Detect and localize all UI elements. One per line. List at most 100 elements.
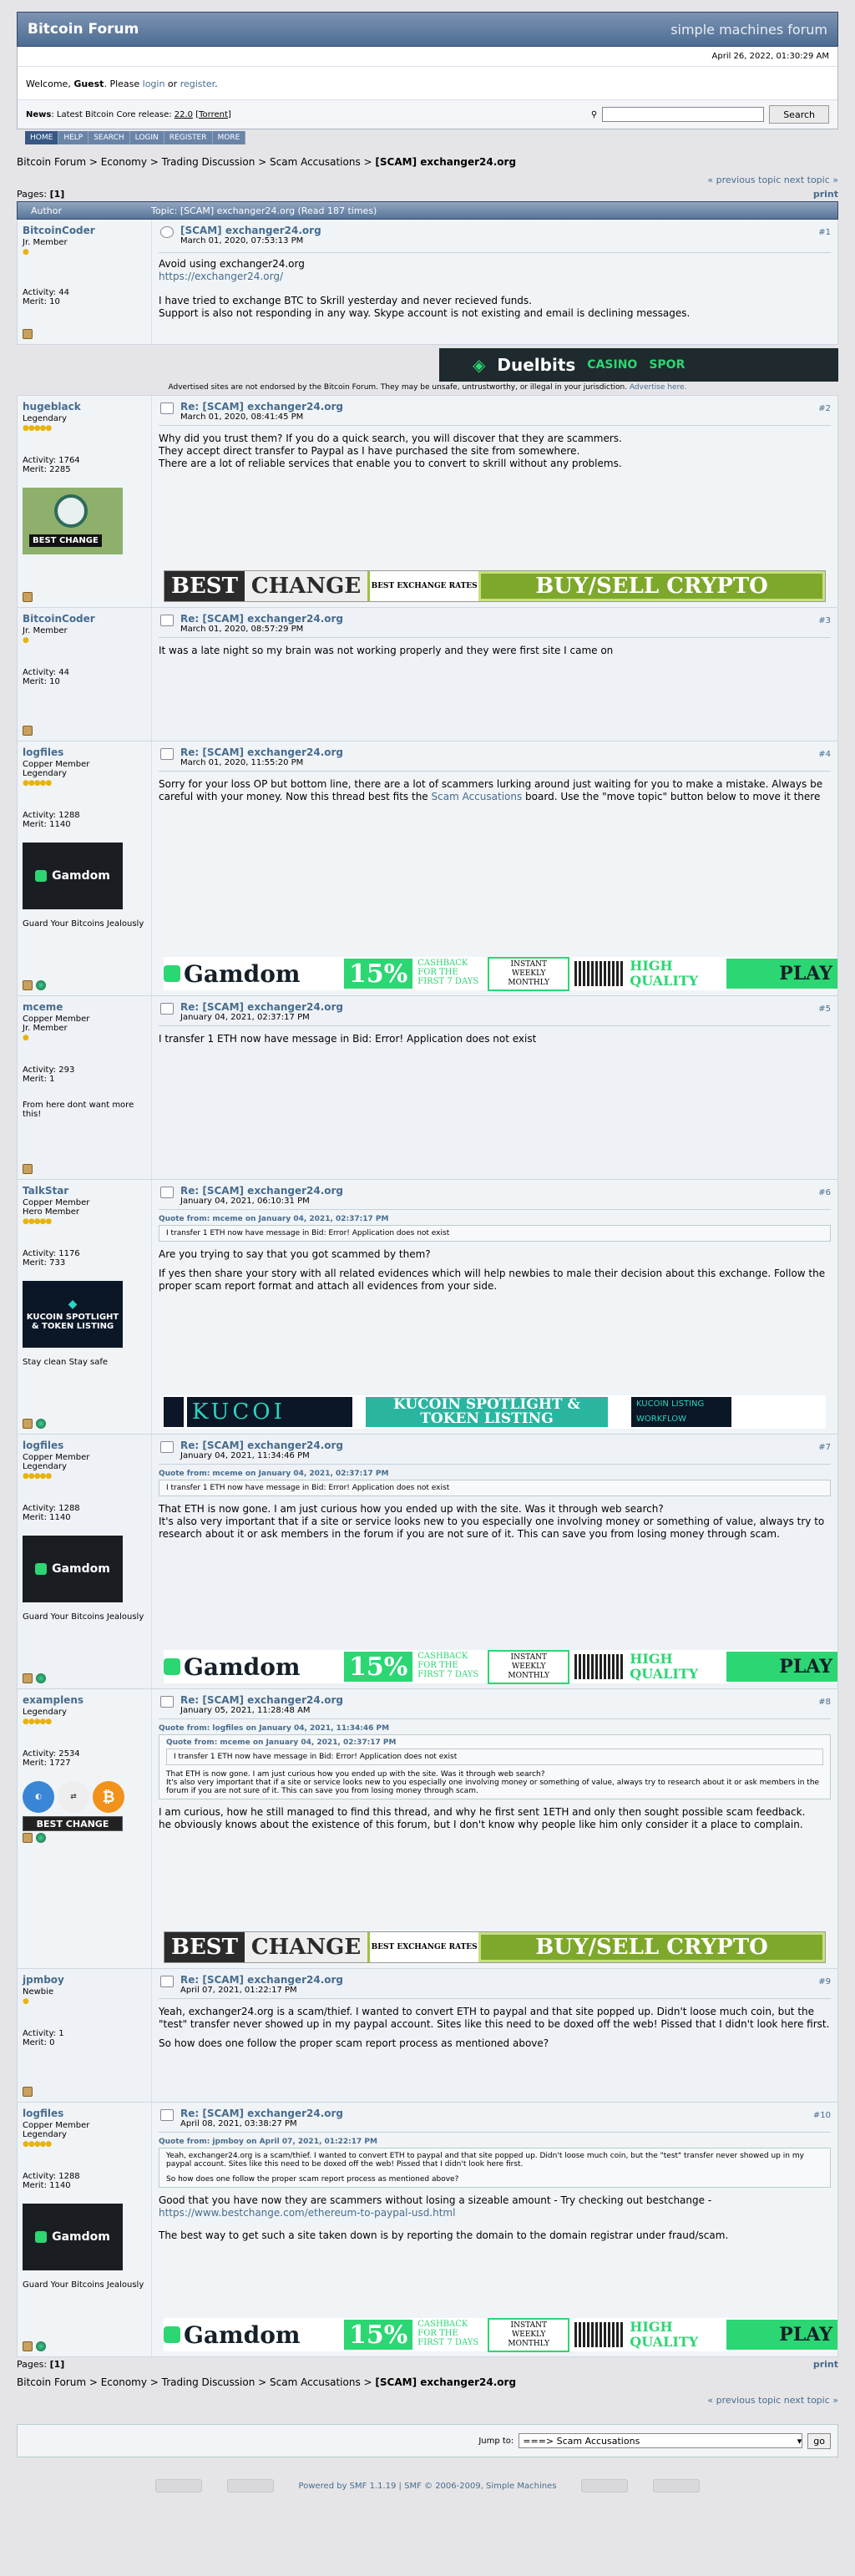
post-body: Re: [SCAM] exchanger24.org April 07, 2021… bbox=[151, 1969, 837, 2102]
rank-stars: ●●●●● bbox=[23, 779, 52, 787]
go-button[interactable]: go bbox=[807, 2432, 831, 2449]
gamdom-banner[interactable]: Gamdom 15% CASHBACK FOR THE FIRST 7 DAYS IN… bbox=[164, 1649, 837, 1684]
poster-name[interactable]: TalkStar bbox=[23, 1185, 146, 1197]
search-button[interactable]: Search bbox=[769, 105, 829, 124]
crumb-trading[interactable]: Trading Discussion bbox=[162, 2376, 255, 2388]
menu-more[interactable]: MORE bbox=[212, 131, 246, 144]
post-title[interactable]: Re: [SCAM] exchanger24.org bbox=[180, 2108, 343, 2119]
post-title[interactable]: Re: [SCAM] exchanger24.org bbox=[180, 746, 343, 758]
profile-icon[interactable] bbox=[23, 726, 33, 736]
menu-search[interactable]: SEARCH bbox=[89, 131, 130, 144]
crumb-forum[interactable]: Bitcoin Forum bbox=[17, 2376, 86, 2388]
post-title[interactable]: Re: [SCAM] exchanger24.org bbox=[180, 613, 343, 625]
mysql-badge[interactable] bbox=[154, 2479, 202, 2492]
profile-icon[interactable] bbox=[23, 329, 33, 339]
profile-icon[interactable] bbox=[23, 1164, 33, 1174]
post-number[interactable]: #9 bbox=[818, 1977, 831, 1986]
next-topic-link[interactable]: next topic » bbox=[784, 175, 838, 185]
search-input[interactable] bbox=[602, 107, 765, 122]
crumb-economy[interactable]: Economy bbox=[101, 156, 147, 168]
post-title[interactable]: Re: [SCAM] exchanger24.org bbox=[180, 1001, 343, 1013]
poster-name[interactable]: mceme bbox=[23, 1001, 146, 1013]
quote-header[interactable]: Quote from: logfiles on January 04, 2021… bbox=[159, 1724, 831, 1733]
quote-header[interactable]: Quote from: jpmboy on April 07, 2021, 01… bbox=[159, 2138, 831, 2146]
menu-login[interactable]: LOGIN bbox=[129, 131, 164, 144]
crumb-economy[interactable]: Economy bbox=[101, 2376, 147, 2388]
crumb-scam[interactable]: Scam Accusations bbox=[270, 156, 361, 168]
release-link[interactable]: 22.0 bbox=[175, 110, 193, 119]
scam-accusations-link[interactable]: Scam Accusations bbox=[432, 791, 523, 802]
bestchange-banner[interactable]: BEST CHANGE BEST EXCHANGE RATES BUY/SELL CR… bbox=[164, 1931, 826, 1963]
bestchange-link[interactable]: https://www.bestchange.com/ethereum-to-p… bbox=[159, 2207, 455, 2219]
prev-topic-link[interactable]: « previous topic bbox=[707, 175, 781, 185]
post-number[interactable]: #1 bbox=[818, 228, 831, 237]
crumb-scam[interactable]: Scam Accusations bbox=[270, 2376, 361, 2388]
torrent-link[interactable]: [Torrent] bbox=[195, 110, 231, 119]
post-number[interactable]: #4 bbox=[818, 750, 831, 759]
register-link[interactable]: register bbox=[180, 78, 215, 89]
post-body: [SCAM] exchanger24.org March 01, 2020, 07… bbox=[151, 220, 837, 344]
poster-name[interactable]: jpmboy bbox=[23, 1974, 146, 1986]
merit: Merit: 2285 bbox=[23, 465, 71, 474]
rank-stars: ●●●●● bbox=[23, 1472, 52, 1480]
poster-name[interactable]: logfiles bbox=[23, 1440, 146, 1451]
poster-name[interactable]: examplens bbox=[23, 1694, 146, 1706]
kucoin-banner[interactable]: KUCOI KUCOIN SPOTLIGHT & TOKEN LISTING KUC… bbox=[164, 1395, 826, 1429]
post-title[interactable]: Re: [SCAM] exchanger24.org bbox=[180, 401, 343, 412]
post-number[interactable]: #10 bbox=[813, 2111, 831, 2120]
profile-icon[interactable] bbox=[23, 2341, 33, 2351]
poster-name[interactable]: logfiles bbox=[23, 2108, 146, 2119]
duelbits-banner[interactable]: ◈ Duelbits CASINO SPOR bbox=[17, 348, 838, 382]
profile-icon[interactable] bbox=[23, 1833, 33, 1843]
profile-icon[interactable] bbox=[23, 2087, 33, 2097]
bestchange-banner[interactable]: BEST CHANGE BEST EXCHANGE RATES BUY/SELL CR… bbox=[164, 570, 826, 602]
post-number[interactable]: #5 bbox=[818, 1005, 831, 1014]
poster-rank-2: Legendary bbox=[23, 769, 67, 778]
quote-header[interactable]: Quote from: mceme on January 04, 2021, 0… bbox=[159, 1215, 831, 1223]
post-date: January 04, 2021, 02:37:17 PM bbox=[180, 1013, 310, 1022]
profile-icon[interactable] bbox=[23, 980, 33, 990]
post-number[interactable]: #8 bbox=[818, 1698, 831, 1707]
crumb-trading[interactable]: Trading Discussion bbox=[162, 156, 255, 168]
post-number[interactable]: #6 bbox=[818, 1188, 831, 1197]
post-text: Are you trying to say that you got scamm… bbox=[159, 1248, 826, 1292]
print-link[interactable]: print bbox=[813, 189, 838, 200]
gamdom-banner[interactable]: Gamdom 15% CASHBACK FOR THE FIRST 7 DAYS IN… bbox=[164, 2317, 837, 2352]
gamdom-banner[interactable]: Gamdom 15% CASHBACK FOR THE FIRST 7 DAYS IN… bbox=[164, 956, 837, 991]
post-body: Re: [SCAM] exchanger24.org January 04, 20… bbox=[151, 1180, 837, 1434]
crumb-forum[interactable]: Bitcoin Forum bbox=[17, 156, 86, 168]
post-number[interactable]: #2 bbox=[818, 404, 831, 413]
post-title[interactable]: Re: [SCAM] exchanger24.org bbox=[180, 1694, 343, 1706]
quote-header[interactable]: Quote from: mceme on January 04, 2021, 0… bbox=[159, 1470, 831, 1478]
exchange-logo-icon: ◐ bbox=[23, 1781, 54, 1813]
powered-text[interactable]: Powered by SMF 1.1.19 | SMF © 2006-2009,… bbox=[299, 2482, 557, 2491]
menu-register[interactable]: REGISTER bbox=[164, 131, 213, 144]
post-number[interactable]: #3 bbox=[818, 616, 831, 625]
post-title[interactable]: Re: [SCAM] exchanger24.org bbox=[180, 1440, 343, 1451]
php-badge[interactable] bbox=[226, 2479, 274, 2492]
post-link[interactable]: https://exchanger24.org/ bbox=[159, 271, 283, 282]
menu-help[interactable]: HELP bbox=[58, 131, 89, 144]
post-number[interactable]: #7 bbox=[818, 1443, 831, 1452]
profile-icon[interactable] bbox=[23, 1419, 33, 1429]
css-badge[interactable] bbox=[653, 2479, 701, 2492]
print-link[interactable]: print bbox=[813, 2359, 838, 2370]
login-link[interactable]: login bbox=[143, 78, 165, 89]
forum-title[interactable]: Bitcoin Forum bbox=[28, 21, 139, 38]
poster-name[interactable]: hugeblack bbox=[23, 401, 146, 412]
nested-quote-header[interactable]: Quote from: mceme on January 04, 2021, 0… bbox=[166, 1738, 823, 1747]
profile-icon[interactable] bbox=[23, 1673, 33, 1683]
next-topic-link[interactable]: next topic » bbox=[784, 2395, 838, 2406]
poster-name[interactable]: logfiles bbox=[23, 746, 146, 758]
post-title[interactable]: Re: [SCAM] exchanger24.org bbox=[180, 1974, 343, 1986]
jump-select[interactable]: ===> Scam Accusations ▾ bbox=[519, 2433, 803, 2448]
profile-icon[interactable] bbox=[23, 592, 33, 602]
post-title[interactable]: [SCAM] exchanger24.org bbox=[180, 225, 321, 236]
menu-home[interactable]: HOME bbox=[25, 131, 59, 144]
advertise-link[interactable]: Advertise here. bbox=[630, 383, 687, 392]
poster-name[interactable]: BitcoinCoder bbox=[23, 225, 146, 236]
post-title[interactable]: Re: [SCAM] exchanger24.org bbox=[180, 1185, 343, 1197]
prev-topic-link[interactable]: « previous topic bbox=[707, 2395, 781, 2406]
xhtml-badge[interactable] bbox=[581, 2479, 629, 2492]
poster-name[interactable]: BitcoinCoder bbox=[23, 613, 146, 625]
